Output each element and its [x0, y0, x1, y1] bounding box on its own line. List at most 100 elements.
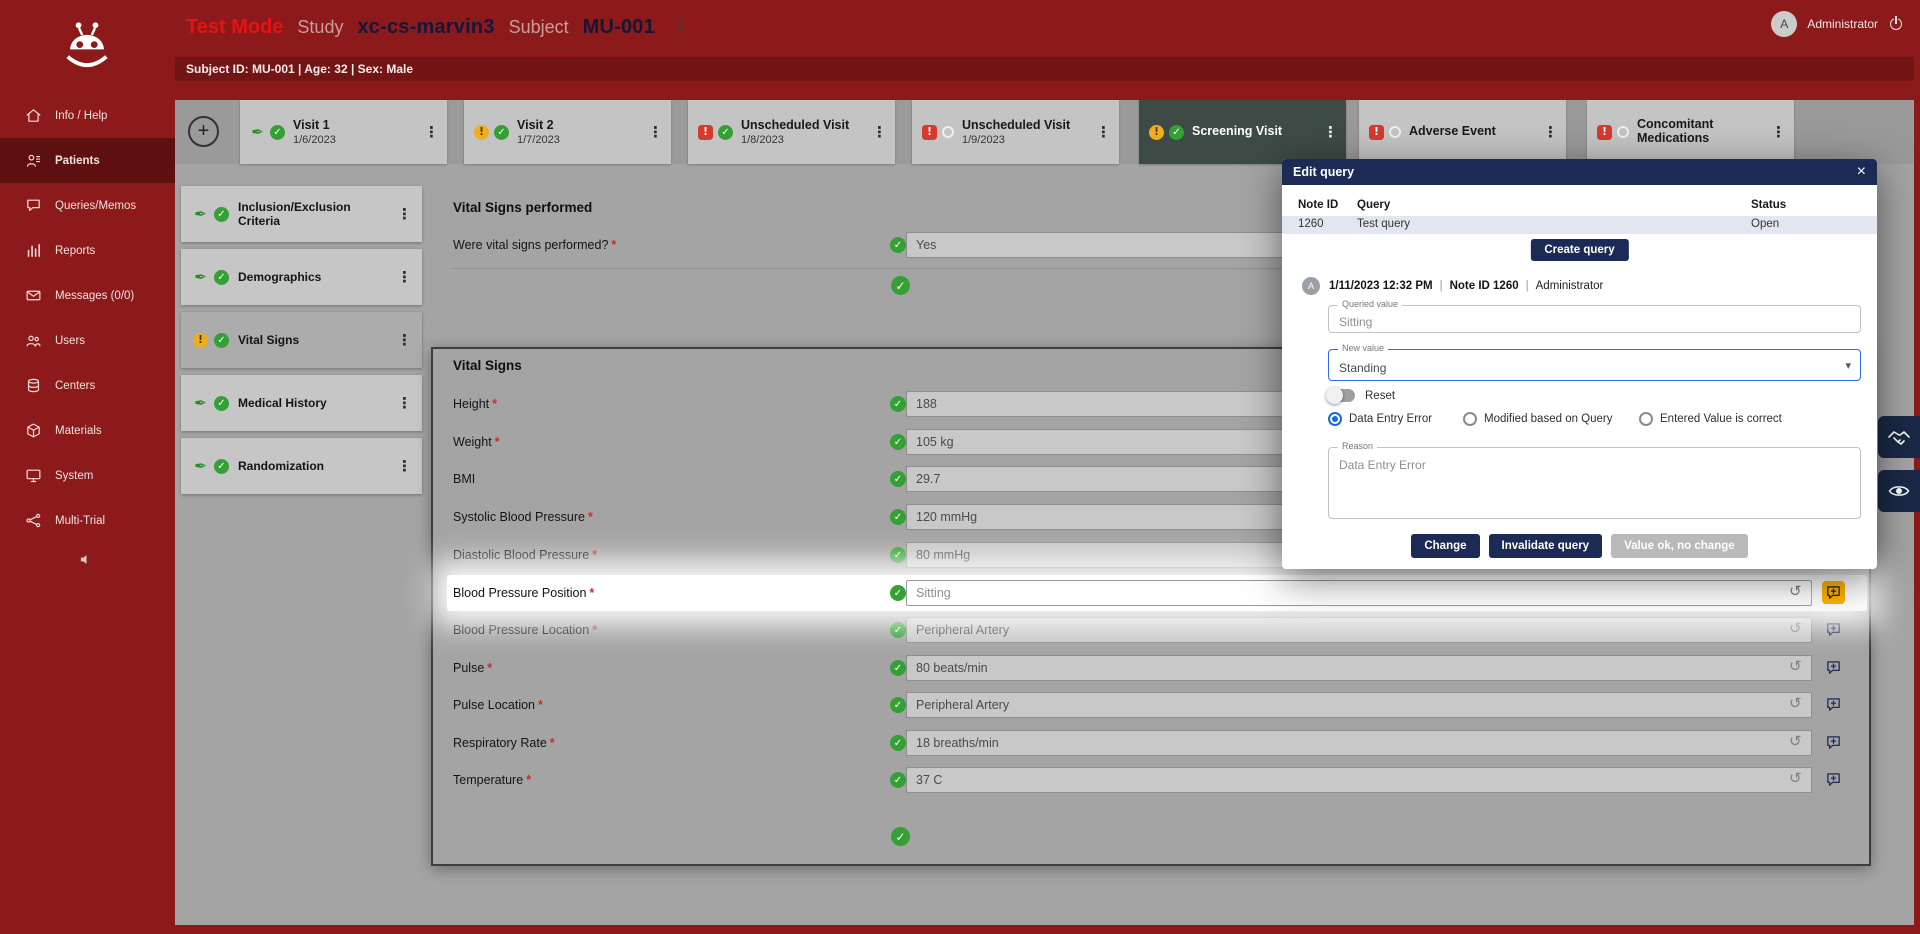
query-comment-button[interactable]	[1822, 618, 1845, 641]
sidebar-item-reports[interactable]: Reports	[0, 228, 175, 273]
change-button[interactable]: Change	[1411, 534, 1479, 558]
query-comment-button[interactable]	[1822, 731, 1845, 754]
invalidate-query-button[interactable]: Invalidate query	[1489, 534, 1603, 558]
visit-tab-labels: Adverse Event	[1409, 124, 1496, 140]
field-input-pulse[interactable]: 80 beats/min	[906, 655, 1812, 681]
speaker-icon[interactable]	[79, 552, 94, 567]
close-icon[interactable]	[1857, 164, 1866, 180]
queried-value: Sitting	[1339, 315, 1372, 329]
new-value-dropdown[interactable]: New value Standing	[1328, 349, 1861, 381]
query-comment-button[interactable]	[1822, 768, 1845, 791]
comment-avatar: A	[1302, 277, 1320, 295]
marvin-robot-logo	[58, 18, 116, 76]
status-warning-icon	[1149, 125, 1164, 140]
form-pen-icon	[250, 125, 265, 140]
reset-field-icon[interactable]	[1789, 584, 1802, 599]
add-visit-button[interactable]: +	[188, 116, 219, 147]
required-asterisk	[592, 548, 597, 562]
sidebar-item-patients[interactable]: Patients	[0, 138, 175, 183]
header-titles: Test Mode Study xc-cs-marvin3 Subject MU…	[186, 9, 693, 45]
form-card-demographics[interactable]: Demographics	[181, 249, 422, 305]
chevron-down-icon[interactable]	[1845, 359, 1851, 372]
watch-side-button[interactable]	[1878, 470, 1920, 512]
visit-tab-visit1[interactable]: Visit 1 1/6/2023	[240, 100, 447, 164]
tab-menu-icon[interactable]	[644, 123, 667, 141]
field-input-respiratory-rate[interactable]: 18 breaths/min	[906, 730, 1812, 756]
form-pen-icon	[193, 396, 208, 411]
field-input-pulse-location[interactable]: Peripheral Artery	[906, 692, 1812, 718]
handshake-icon	[1887, 425, 1911, 449]
create-query-button[interactable]: Create query	[1530, 239, 1628, 261]
form-card-vital-signs[interactable]: Vital Signs	[181, 312, 422, 368]
reset-toggle-row: Reset	[1328, 389, 1395, 402]
field-input-bp-location[interactable]: Peripheral Artery	[906, 617, 1812, 643]
sidebar-item-materials[interactable]: Materials	[0, 408, 175, 453]
radio-entered-value-correct[interactable]: Entered Value is correct	[1639, 412, 1782, 426]
sidebar-item-multi-trial[interactable]: Multi-Trial	[0, 498, 175, 543]
radio-data-entry-error[interactable]: Data Entry Error	[1328, 412, 1432, 426]
visit-tab-visit2[interactable]: Visit 2 1/7/2023	[464, 100, 671, 164]
reset-field-icon[interactable]	[1789, 696, 1802, 711]
required-asterisk	[550, 736, 555, 750]
visit-tab-unscheduled2[interactable]: Unscheduled Visit 1/9/2023	[912, 100, 1119, 164]
card-menu-icon[interactable]	[393, 331, 416, 349]
messages-icon	[25, 287, 42, 304]
form-card-inclusion-exclusion[interactable]: Inclusion/Exclusion Criteria	[181, 186, 422, 242]
tab-menu-icon[interactable]	[1092, 123, 1115, 141]
field-input-temperature[interactable]: 37 C	[906, 767, 1812, 793]
radio-icon	[1639, 412, 1653, 426]
status-error-icon	[1597, 125, 1612, 140]
tab-menu-icon[interactable]	[420, 123, 443, 141]
status-error-icon	[698, 125, 713, 140]
card-menu-icon[interactable]	[393, 394, 416, 412]
visit-tab-concomitant-medications[interactable]: Concomitant Medications	[1587, 100, 1794, 164]
reset-field-icon[interactable]	[1789, 621, 1802, 636]
field-label: Temperature	[453, 773, 531, 787]
card-menu-icon[interactable]	[393, 205, 416, 223]
required-asterisk	[589, 586, 594, 600]
user-name: Administrator	[1807, 17, 1878, 31]
sidebar-item-info-help[interactable]: Info / Help	[0, 93, 175, 138]
logout-power-icon[interactable]	[1888, 16, 1904, 32]
tab-menu-icon[interactable]	[868, 123, 891, 141]
header-menu-icon[interactable]	[669, 17, 693, 37]
query-comment-button[interactable]	[1822, 693, 1845, 716]
visit-tab-unscheduled1[interactable]: Unscheduled Visit 1/8/2023	[688, 100, 895, 164]
field-input-bp-position[interactable]: Sitting	[906, 580, 1812, 606]
required-asterisk	[538, 698, 543, 712]
e​ye-icon	[1887, 479, 1911, 503]
visit-tab-screening[interactable]: Screening Visit	[1139, 100, 1346, 164]
reset-field-icon[interactable]	[1789, 659, 1802, 674]
required-asterisk	[495, 435, 500, 449]
sidebar-item-messages[interactable]: Messages (0/0)	[0, 273, 175, 318]
reset-field-icon[interactable]	[1789, 771, 1802, 786]
reset-toggle[interactable]	[1328, 389, 1355, 402]
status-error-icon	[922, 125, 937, 140]
card-menu-icon[interactable]	[393, 268, 416, 286]
reset-field-icon[interactable]	[1789, 734, 1802, 749]
sidebar-nav: Info / Help Patients Queries/Memos Repor…	[0, 93, 175, 543]
visit-tabs-bar: + Visit 1 1/6/2023 Visit 2 1/7/2023 Unsc…	[175, 100, 1914, 164]
sidebar-item-system[interactable]: System	[0, 453, 175, 498]
tab-menu-icon[interactable]	[1539, 123, 1562, 141]
sidebar-item-queries-memos[interactable]: Queries/Memos	[0, 183, 175, 228]
query-comment-button-highlighted[interactable]	[1822, 581, 1845, 604]
reason-textarea[interactable]: Reason Data Entry Error	[1328, 447, 1861, 519]
test-mode-label: Test Mode	[186, 16, 283, 39]
field-status-check-icon	[890, 772, 906, 788]
tab-menu-icon[interactable]	[1767, 123, 1790, 141]
sidebar-item-users[interactable]: Users	[0, 318, 175, 363]
subject-id: MU-001	[583, 16, 655, 39]
form-card-randomization[interactable]: Randomization	[181, 438, 422, 494]
query-comment-button[interactable]	[1822, 656, 1845, 679]
visit-tab-adverse-event[interactable]: Adverse Event	[1359, 100, 1566, 164]
tab-menu-icon[interactable]	[1319, 123, 1342, 141]
section-complete-check-icon	[891, 276, 910, 295]
radio-modified-based-on-query[interactable]: Modified based on Query	[1463, 412, 1613, 426]
card-menu-icon[interactable]	[393, 457, 416, 475]
sidebar-item-label: Users	[55, 335, 85, 347]
support-side-button[interactable]	[1878, 416, 1920, 458]
sidebar-item-centers[interactable]: Centers	[0, 363, 175, 408]
form-card-medical-history[interactable]: Medical History	[181, 375, 422, 431]
field-status-check-icon	[890, 471, 906, 487]
